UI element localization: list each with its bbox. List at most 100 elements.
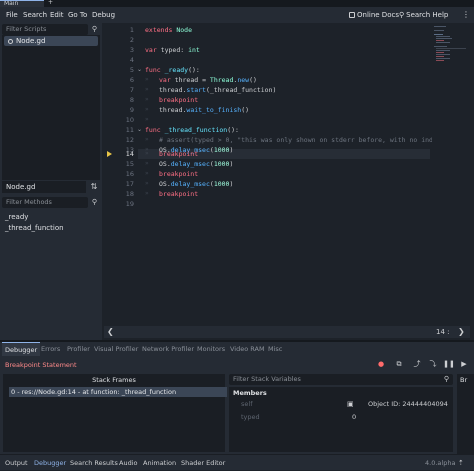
tab-misc[interactable]: Misc — [268, 342, 282, 356]
method-item[interactable]: _ready — [5, 212, 28, 223]
menu-debug[interactable]: Debug — [92, 7, 115, 23]
stack-frames-list: 0 - res://Node.gd:14 - at function: _thr… — [3, 386, 227, 452]
minimap-line — [436, 50, 450, 51]
line-number: 11 — [125, 126, 134, 134]
search-icon: ⚲ — [443, 375, 450, 383]
current-script-name: Node.gd — [2, 181, 86, 193]
script-list-panel: Filter Scripts ⚲ Node.gd Node.gd ⇅ Filte… — [0, 23, 102, 340]
filter-scripts-input[interactable]: Filter Scripts — [2, 24, 88, 35]
indent-guide: » — [145, 190, 149, 197]
record-icon[interactable]: ● — [375, 359, 387, 370]
minimap-line — [434, 34, 443, 35]
menu-edit[interactable]: Edit — [50, 7, 64, 23]
tab-errors[interactable]: Errors — [41, 342, 60, 356]
code-line-16: breakpoint — [159, 170, 199, 178]
online-docs-label: Online Docs — [357, 11, 399, 19]
debugger-panel: Breakpoint Statement ● ⧉ ⤴ ⤵ ❚❚ ▶ Stack … — [0, 356, 474, 454]
bottom-tab-search-results[interactable]: Search Results — [70, 455, 118, 471]
line-number: 15 — [125, 160, 134, 168]
fold-arrow-icon[interactable]: ⌄ — [137, 125, 143, 135]
minimap-line — [436, 58, 450, 59]
line-number: 12 — [125, 136, 134, 144]
line-number: 5 — [129, 66, 134, 74]
bottom-tab-animation[interactable]: Animation — [143, 455, 176, 471]
variable-value[interactable]: 0 — [352, 412, 356, 422]
filter-stack-variables-input[interactable]: Filter Stack Variables — [229, 374, 453, 385]
copy-icon[interactable]: ⧉ — [393, 359, 405, 370]
indent-guide: » — [145, 76, 149, 83]
code-line-5: func _ready(): — [145, 66, 200, 74]
tab-visual-profiler[interactable]: Visual Profiler — [94, 342, 138, 356]
menu-search[interactable]: Search — [23, 7, 47, 23]
toggle-right-panel-icon[interactable]: ❯ — [458, 326, 466, 338]
minimap-line — [434, 30, 444, 31]
code-line-7: thread.start(_thread_function) — [159, 86, 277, 94]
tab-monitors[interactable]: Monitors — [197, 342, 225, 356]
line-number: 8 — [129, 96, 134, 104]
stack-frame-row[interactable]: 0 - res://Node.gd:14 - at function: _thr… — [9, 387, 227, 397]
line-number: 16 — [125, 170, 134, 178]
tab-debugger[interactable]: Debugger — [2, 342, 41, 356]
code-line-9: thread.wait_to_finish() — [159, 106, 250, 114]
minimap-line — [436, 56, 444, 57]
line-number: 2 — [129, 36, 134, 44]
indent-guide: » — [145, 180, 149, 187]
variable-value[interactable]: Object ID: 24444404094 — [368, 399, 448, 409]
menu-file[interactable]: File — [6, 7, 18, 23]
indent-guide: » — [145, 160, 149, 167]
indent-guide: » — [145, 86, 149, 93]
continue-icon[interactable]: ▶ — [458, 359, 470, 370]
bottom-tab-debugger[interactable]: Debugger — [34, 455, 66, 471]
fold-arrow-icon[interactable]: ⌄ — [137, 65, 143, 75]
tab-profiler[interactable]: Profiler — [67, 342, 90, 356]
toggle-scripts-panel-icon[interactable]: ❮ — [107, 326, 115, 338]
code-line-17: OS.delay_msec(1000) — [159, 180, 234, 188]
code-line-14: breakpoint — [159, 150, 199, 158]
variable-name: typed — [241, 413, 260, 421]
scripts-list: Node.gd — [2, 35, 100, 180]
external-link-icon — [349, 12, 355, 18]
bottom-tab-shader-editor[interactable]: Shader Editor — [181, 455, 225, 471]
panel-toggle-icon[interactable]: ⇡ — [458, 455, 464, 471]
menu-goto[interactable]: Go To — [68, 7, 87, 23]
code-editor[interactable]: 1 2 3 4 5 6 7 8 9 10 11 12 13 14 15 16 1… — [104, 23, 445, 326]
version-label: 4.0.alpha — [425, 459, 456, 467]
tab-network-profiler[interactable]: Network Profiler — [142, 342, 194, 356]
sort-icon[interactable]: ⇅ — [88, 181, 100, 193]
method-item[interactable]: _thread_function — [5, 223, 64, 234]
line-number: 9 — [129, 106, 134, 114]
editor-status-bar: ❮ 14 : ❯ — [104, 326, 470, 338]
script-item-node-gd[interactable]: Node.gd — [4, 36, 98, 46]
scene-tab-strip — [0, 0, 474, 7]
bottom-tab-audio[interactable]: Audio — [119, 455, 137, 471]
tab-video-ram[interactable]: Video RAM — [230, 342, 265, 356]
search-icon: ⚲ — [91, 25, 98, 33]
search-help-label: Search Help — [406, 11, 449, 19]
step-into-icon[interactable]: ⤴ — [411, 359, 423, 370]
line-number-current: 14 — [125, 150, 134, 158]
search-help-button[interactable]: ⚲ Search Help — [399, 7, 448, 23]
code-minimap[interactable] — [432, 23, 470, 326]
minimap-line — [436, 40, 444, 41]
code-line-1: extends Node — [145, 26, 192, 34]
minimap-line — [436, 52, 444, 53]
indent-guide: » — [145, 96, 149, 103]
code-line-3: var typed: int — [145, 46, 200, 54]
line-number: 4 — [129, 56, 134, 64]
online-docs-button[interactable]: Online Docs — [349, 7, 399, 23]
code-line-8: breakpoint — [159, 96, 199, 104]
minimap-line — [436, 48, 466, 49]
cursor-position: 14 : — [436, 328, 450, 336]
bottom-tab-output[interactable]: Output — [5, 455, 28, 471]
menu-more-icon[interactable]: ⋮ — [462, 7, 470, 23]
pause-icon[interactable]: ❚❚ — [443, 359, 455, 370]
step-over-icon[interactable]: ⤵ — [427, 359, 439, 370]
search-icon: ⚲ — [399, 11, 405, 19]
script-menu-bar: File Search Edit Go To Debug Online Docs… — [0, 7, 474, 23]
scene-tab-main[interactable]: Main — [0, 0, 44, 7]
add-tab-button[interactable]: + — [48, 0, 58, 7]
stack-variables-inspector: Members self ▣ Object ID: 24444404094 ty… — [229, 387, 453, 452]
filter-methods-input[interactable]: Filter Methods — [2, 197, 88, 208]
line-number: 18 — [125, 190, 134, 198]
minimap-line — [436, 36, 450, 37]
